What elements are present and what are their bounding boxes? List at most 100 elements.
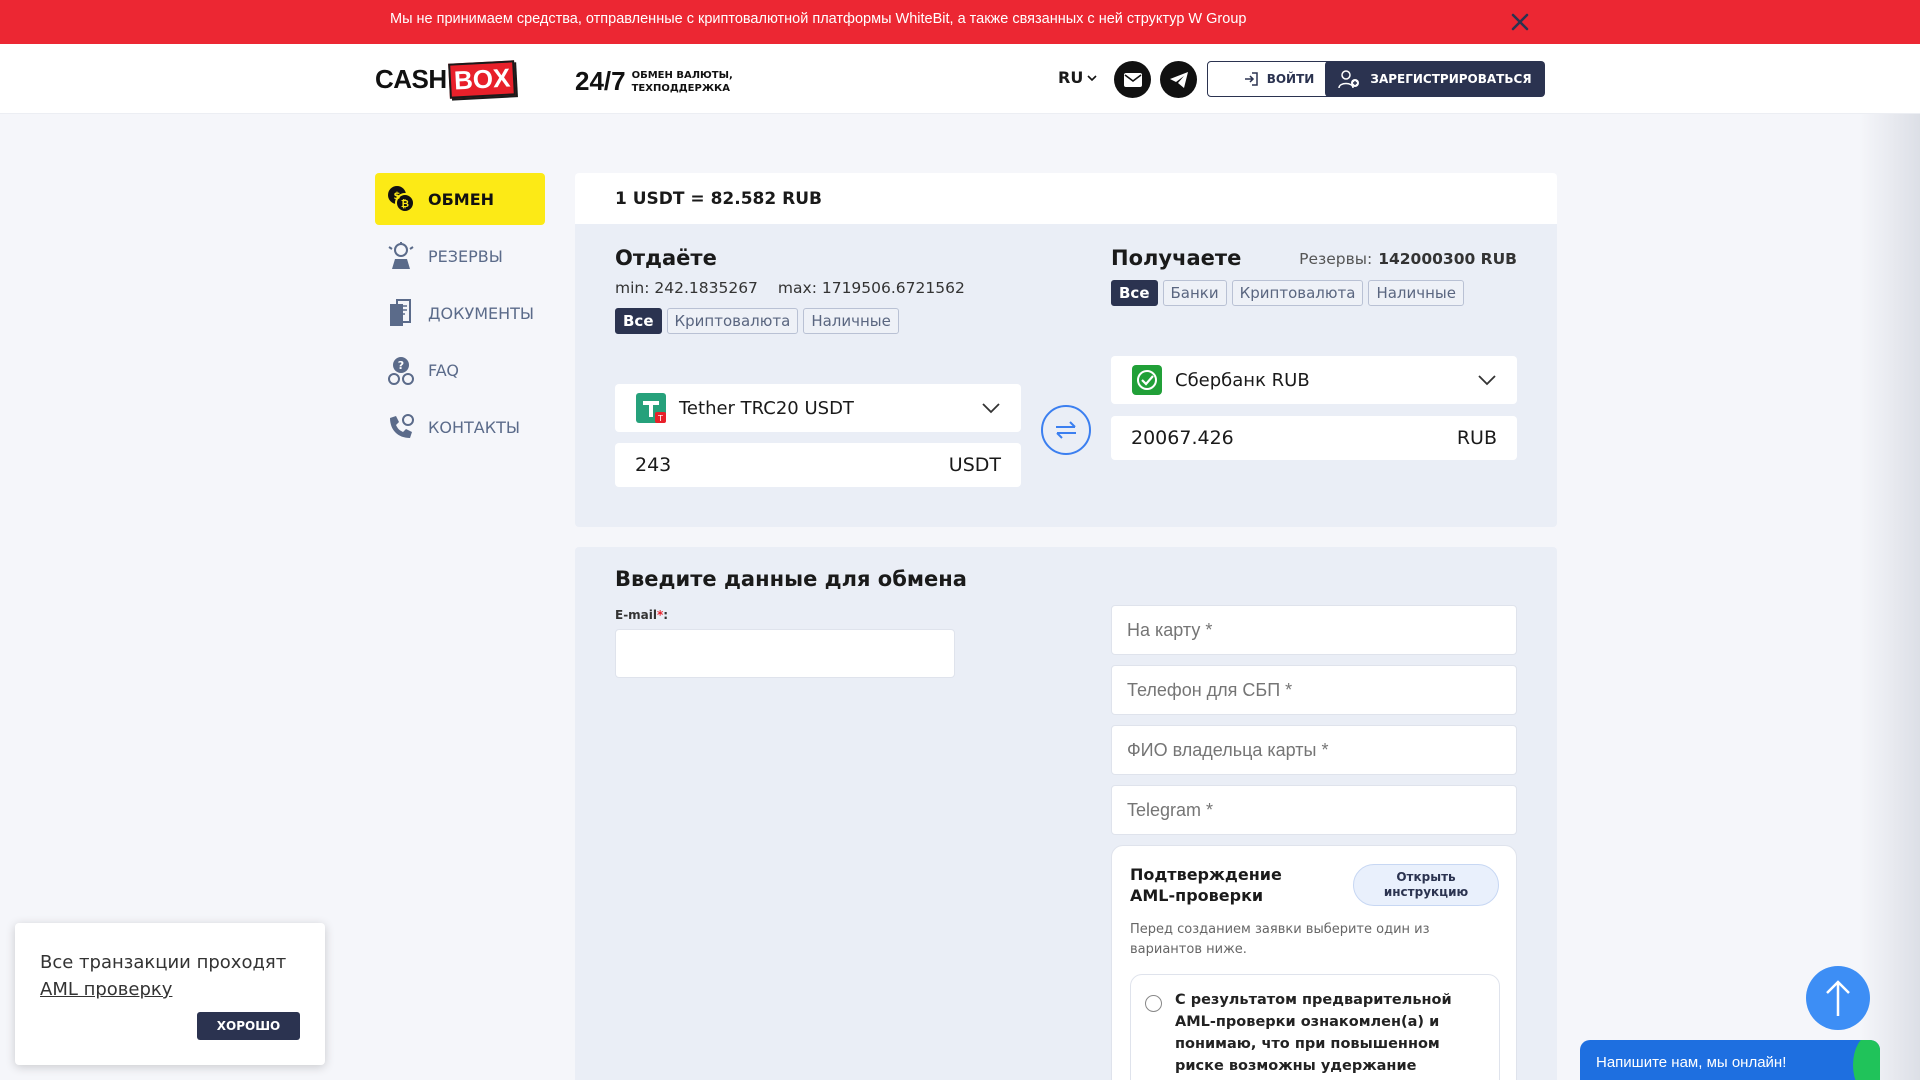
documents-icon bbox=[386, 298, 416, 328]
sidebar-item-label: РЕЗЕРВЫ bbox=[428, 246, 503, 266]
get-currency-select[interactable]: Сбербанк RUB bbox=[1111, 356, 1517, 404]
sidebar-item-label: ОБМЕН bbox=[428, 189, 495, 209]
email-label: E-mail*: bbox=[615, 608, 668, 622]
give-amount-input[interactable]: 243 USDT bbox=[615, 443, 1021, 487]
reserve-info: Резервы: 142000300 RUB bbox=[1299, 250, 1517, 268]
svg-text:$: $ bbox=[394, 191, 401, 202]
reserves-icon bbox=[386, 241, 416, 271]
aml-title: Подтверждение AML-проверки bbox=[1130, 865, 1282, 905]
slogan-big: 24/7 bbox=[575, 66, 626, 96]
open-instruction-button[interactable]: Открыть инструкцию bbox=[1353, 864, 1499, 906]
get-tag-crypto[interactable]: Криптовалюта bbox=[1231, 280, 1364, 306]
email-button[interactable] bbox=[1114, 61, 1151, 98]
sidebar-item-documents[interactable]: ДОКУМЕНТЫ bbox=[375, 287, 545, 339]
give-tag-all[interactable]: Все bbox=[615, 308, 662, 334]
login-label: ВОЙТИ bbox=[1266, 72, 1315, 86]
email-field[interactable] bbox=[615, 629, 955, 678]
get-tag-banks[interactable]: Банки bbox=[1162, 280, 1227, 306]
give-section: Отдаёте min: 242.1835267 max: 1719506.67… bbox=[615, 246, 1021, 334]
exchange-rate: 1 USDT = 82.582 RUB bbox=[575, 173, 1557, 224]
register-button[interactable]: ЗАРЕГИСТРИРОВАТЬСЯ bbox=[1325, 61, 1545, 97]
sidebar-item-exchange[interactable]: $ ₿ ОБМЕН bbox=[375, 173, 545, 225]
ok-button[interactable]: ХОРОШО bbox=[197, 1012, 300, 1040]
sidebar-item-faq[interactable]: ? FAQ bbox=[375, 344, 545, 396]
aml-option-radio[interactable] bbox=[1145, 995, 1162, 1012]
get-tag-all[interactable]: Все bbox=[1111, 280, 1158, 306]
register-label: ЗАРЕГИСТРИРОВАТЬСЯ bbox=[1370, 72, 1532, 86]
aml-option[interactable]: С результатом предварительной AML-провер… bbox=[1130, 974, 1500, 1080]
top-banner: Мы не принимаем средства, отправленные с… bbox=[0, 0, 1920, 44]
chat-widget[interactable]: Напишите нам, мы онлайн! bbox=[1580, 1040, 1880, 1080]
aml-confirmation: Подтверждение AML-проверки Открыть инстр… bbox=[1111, 845, 1517, 1080]
give-currency-select[interactable]: T Tether TRC20 USDT bbox=[615, 384, 1021, 432]
contacts-icon bbox=[386, 412, 416, 442]
logo-box: BOX bbox=[447, 59, 516, 99]
get-filter-tags: Все Банки Криптовалюта Наличные bbox=[1111, 280, 1517, 306]
swap-button[interactable] bbox=[1041, 405, 1091, 455]
svg-text:₿: ₿ bbox=[401, 198, 409, 210]
tether-icon: T bbox=[636, 393, 666, 423]
give-tag-cash[interactable]: Наличные bbox=[803, 308, 899, 334]
give-tag-crypto[interactable]: Криптовалюта bbox=[666, 308, 799, 334]
telegram-field[interactable] bbox=[1111, 785, 1517, 835]
give-amount-value: 243 bbox=[635, 454, 672, 476]
exchange-panel: Отдаёте min: 242.1835267 max: 1719506.67… bbox=[575, 224, 1557, 527]
give-title: Отдаёте bbox=[615, 246, 717, 270]
sidebar-item-reserves[interactable]: РЕЗЕРВЫ bbox=[375, 230, 545, 282]
sidebar-item-contacts[interactable]: КОНТАКТЫ bbox=[375, 401, 545, 453]
aml-notice-line: Все транзакции проходят bbox=[40, 952, 287, 973]
close-icon[interactable] bbox=[1508, 10, 1532, 34]
telegram-button[interactable] bbox=[1160, 61, 1197, 98]
reserve-value: 142000300 RUB bbox=[1378, 250, 1517, 268]
aml-option-text: С результатом предварительной AML-провер… bbox=[1175, 992, 1452, 1074]
email-label-text: E-mail bbox=[615, 608, 658, 622]
give-amount-unit: USDT bbox=[948, 454, 1001, 476]
right-edge-shadow bbox=[1860, 114, 1920, 1080]
get-currency-name: Сбербанк RUB bbox=[1175, 369, 1310, 391]
give-limits: min: 242.1835267 max: 1719506.6721562 bbox=[615, 279, 1021, 297]
coins-exchange-icon: $ ₿ bbox=[386, 184, 416, 214]
sidebar: $ ₿ ОБМЕН РЕЗЕРВЫ ДОКУМЕНТЫ ? FAQ КОНТАКТ… bbox=[375, 173, 545, 458]
card-field[interactable] bbox=[1111, 605, 1517, 655]
language-select[interactable]: RU bbox=[1058, 68, 1098, 87]
give-filter-tags: Все Криптовалюта Наличные bbox=[615, 308, 1021, 334]
sidebar-item-label: FAQ bbox=[428, 360, 459, 380]
svg-text:T: T bbox=[657, 414, 663, 423]
phone-sbp-field[interactable] bbox=[1111, 665, 1517, 715]
scroll-to-top-button[interactable] bbox=[1806, 966, 1870, 1030]
logo[interactable]: CASH BOX bbox=[375, 59, 516, 99]
logo-cash: CASH bbox=[375, 63, 447, 94]
banner-text: Мы не принимаем средства, отправленные с… bbox=[390, 11, 1247, 27]
give-currency-name: Tether TRC20 USDT bbox=[679, 397, 854, 419]
mail-icon bbox=[1123, 72, 1142, 87]
sberbank-icon bbox=[1132, 365, 1162, 395]
get-section: Получаете Резервы: 142000300 RUB Все Банк… bbox=[1111, 246, 1517, 306]
add-user-icon bbox=[1338, 70, 1360, 89]
aml-notice-popup: Все транзакции проходят AML проверку ХОР… bbox=[15, 923, 325, 1065]
site-header: CASH BOX 24/7 ОБМЕН ВАЛЮТЫ, ТЕХПОДДЕРЖКА… bbox=[0, 44, 1920, 114]
get-tag-cash[interactable]: Наличные bbox=[1368, 280, 1464, 306]
give-max: max: 1719506.6721562 bbox=[777, 279, 965, 297]
slogan-line2: ТЕХПОДДЕРЖКА bbox=[631, 82, 730, 94]
faq-icon: ? bbox=[386, 355, 416, 385]
sidebar-item-label: КОНТАКТЫ bbox=[428, 417, 520, 437]
get-amount-value: 20067.426 bbox=[1131, 427, 1234, 449]
chevron-down-icon bbox=[1087, 74, 1097, 81]
aml-check-link[interactable]: AML проверку bbox=[40, 979, 172, 1000]
sidebar-item-label: ДОКУМЕНТЫ bbox=[428, 303, 535, 323]
chevron-down-icon bbox=[1478, 375, 1496, 386]
form-title: Введите данные для обмена bbox=[615, 567, 967, 591]
slogan: 24/7 ОБМЕН ВАЛЮТЫ, ТЕХПОДДЕРЖКА bbox=[575, 66, 733, 97]
arrow-up-icon bbox=[1826, 980, 1850, 1016]
chevron-down-icon bbox=[982, 403, 1000, 414]
telegram-icon bbox=[1169, 71, 1188, 88]
give-min: min: 242.1835267 bbox=[615, 279, 758, 297]
swap-icon bbox=[1056, 421, 1076, 439]
cardholder-name-field[interactable] bbox=[1111, 725, 1517, 775]
exchange-form: Введите данные для обмена E-mail*: Подтв… bbox=[575, 547, 1557, 1080]
get-amount-input[interactable]: 20067.426 RUB bbox=[1111, 416, 1517, 460]
aml-description: Перед созданием заявки выберите один из … bbox=[1130, 922, 1430, 957]
chat-text: Напишите нам, мы онлайн! bbox=[1596, 1054, 1787, 1071]
get-amount-unit: RUB bbox=[1456, 427, 1497, 449]
aml-notice-text: Все транзакции проходят AML проверку bbox=[40, 949, 286, 1003]
